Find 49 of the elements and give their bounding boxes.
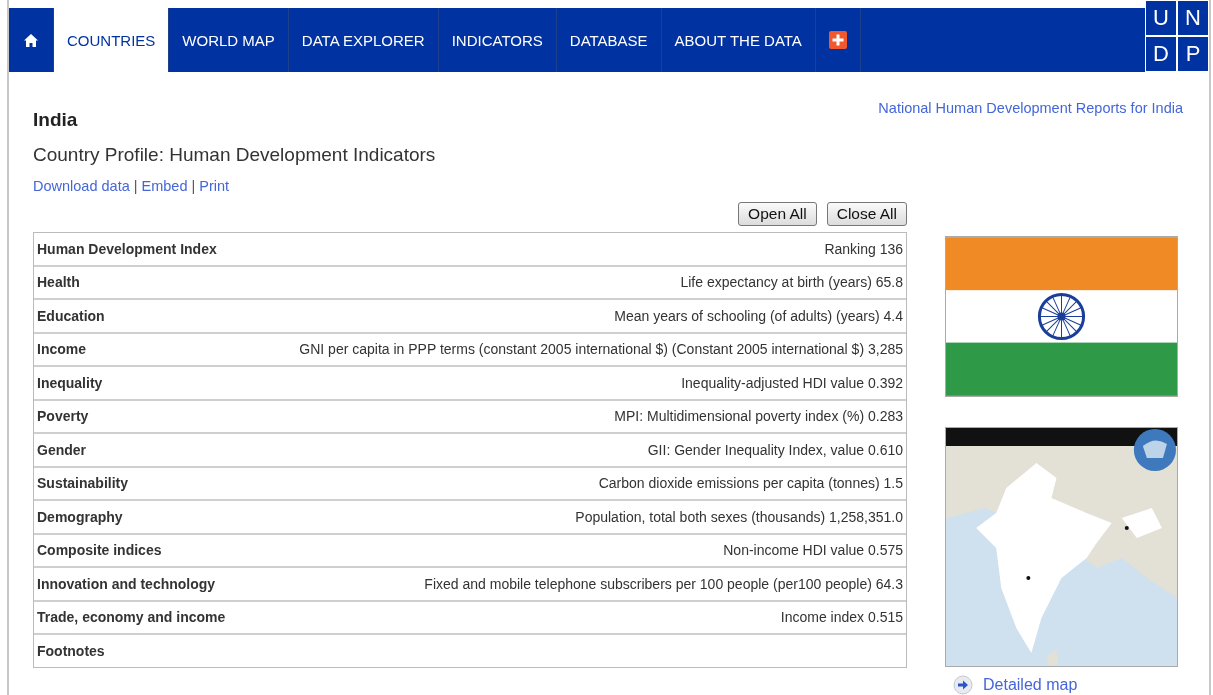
action-link[interactable]: Print: [199, 178, 230, 194]
row-label[interactable]: Composite indices: [37, 542, 162, 559]
nav-tab[interactable]: WORLD MAP: [169, 8, 289, 72]
detailed-map-link[interactable]: Detailed map: [983, 676, 1078, 694]
row-label[interactable]: Income: [37, 341, 86, 358]
row-label[interactable]: Footnotes: [37, 642, 105, 659]
nav-tab[interactable]: COUNTRIES: [54, 8, 170, 72]
action-link[interactable]: Embed: [141, 178, 188, 194]
nav-tab[interactable]: DATABASE: [556, 8, 662, 72]
home-icon: [22, 33, 40, 47]
indicator-value: GNI per capita in PPP terms (constant 2005 international $) (Constant 2005 international $) 3,285: [299, 341, 903, 358]
nav-tab[interactable]: DATA EXPLORER: [288, 8, 439, 72]
row-label[interactable]: Demography: [37, 508, 123, 525]
row-label[interactable]: Poverty: [37, 408, 89, 425]
row-label[interactable]: Trade, economy and income: [37, 609, 226, 626]
nav-tab[interactable]: INDICATORS: [438, 8, 557, 72]
page-subtitle: Country Profile: Human Development Indicators: [33, 144, 437, 166]
row-label[interactable]: Innovation and technology: [37, 575, 216, 592]
toggle-button[interactable]: Open All: [738, 202, 817, 226]
indicator-value: Income index 0.515: [780, 609, 903, 626]
row-label[interactable]: Inequality: [37, 374, 103, 391]
indicator-value: Population, total both sexes (thousands) 1,258,351.0: [575, 508, 903, 525]
row-label[interactable]: Sustainability: [37, 475, 129, 492]
country-title: India: [33, 109, 79, 131]
row-label[interactable]: Health: [37, 274, 80, 291]
indicator-value: Life expectancy at birth (years) 65.8: [680, 274, 903, 291]
action-link[interactable]: Download data: [33, 178, 130, 194]
undp-logo[interactable]: U N D P: [1145, 0, 1209, 72]
toggle-button[interactable]: Close All: [826, 202, 907, 226]
logo-letter: U: [1145, 0, 1177, 36]
indicator-value: Mean years of schooling (of adults) (years) 4.4: [614, 307, 903, 324]
indicator-value: Carbon dioxide emissions per capita (tonnes) 1.5: [598, 475, 903, 492]
indicator-value: Ranking 136: [824, 240, 903, 257]
indicator-value: MPI: Multidimensional poverty index (%) 0.283: [614, 408, 903, 425]
logo-letter: N: [1177, 0, 1209, 36]
indicator-value: GII: Gender Inequality Index, value 0.610: [647, 441, 903, 458]
logo-letter: P: [1177, 36, 1209, 72]
row-label[interactable]: Gender: [37, 441, 86, 458]
indicator-value: Fixed and mobile telephone subscribers per 100 people (per100 people) 64.3: [424, 575, 903, 592]
link-separator: |: [191, 178, 196, 194]
report-link[interactable]: National Human Development Reports for India: [878, 100, 1183, 116]
row-label[interactable]: Education: [37, 307, 105, 324]
nav-tab[interactable]: ABOUT THE DATA: [661, 8, 816, 72]
indicator-value: Non-income HDI value 0.575: [723, 542, 903, 559]
logo-letter: D: [1145, 36, 1177, 72]
plus-icon: [828, 31, 847, 49]
row-label[interactable]: Human Development Index: [37, 240, 217, 257]
indicator-value: Inequality-adjusted HDI value 0.392: [681, 374, 903, 391]
link-separator: |: [133, 178, 138, 194]
